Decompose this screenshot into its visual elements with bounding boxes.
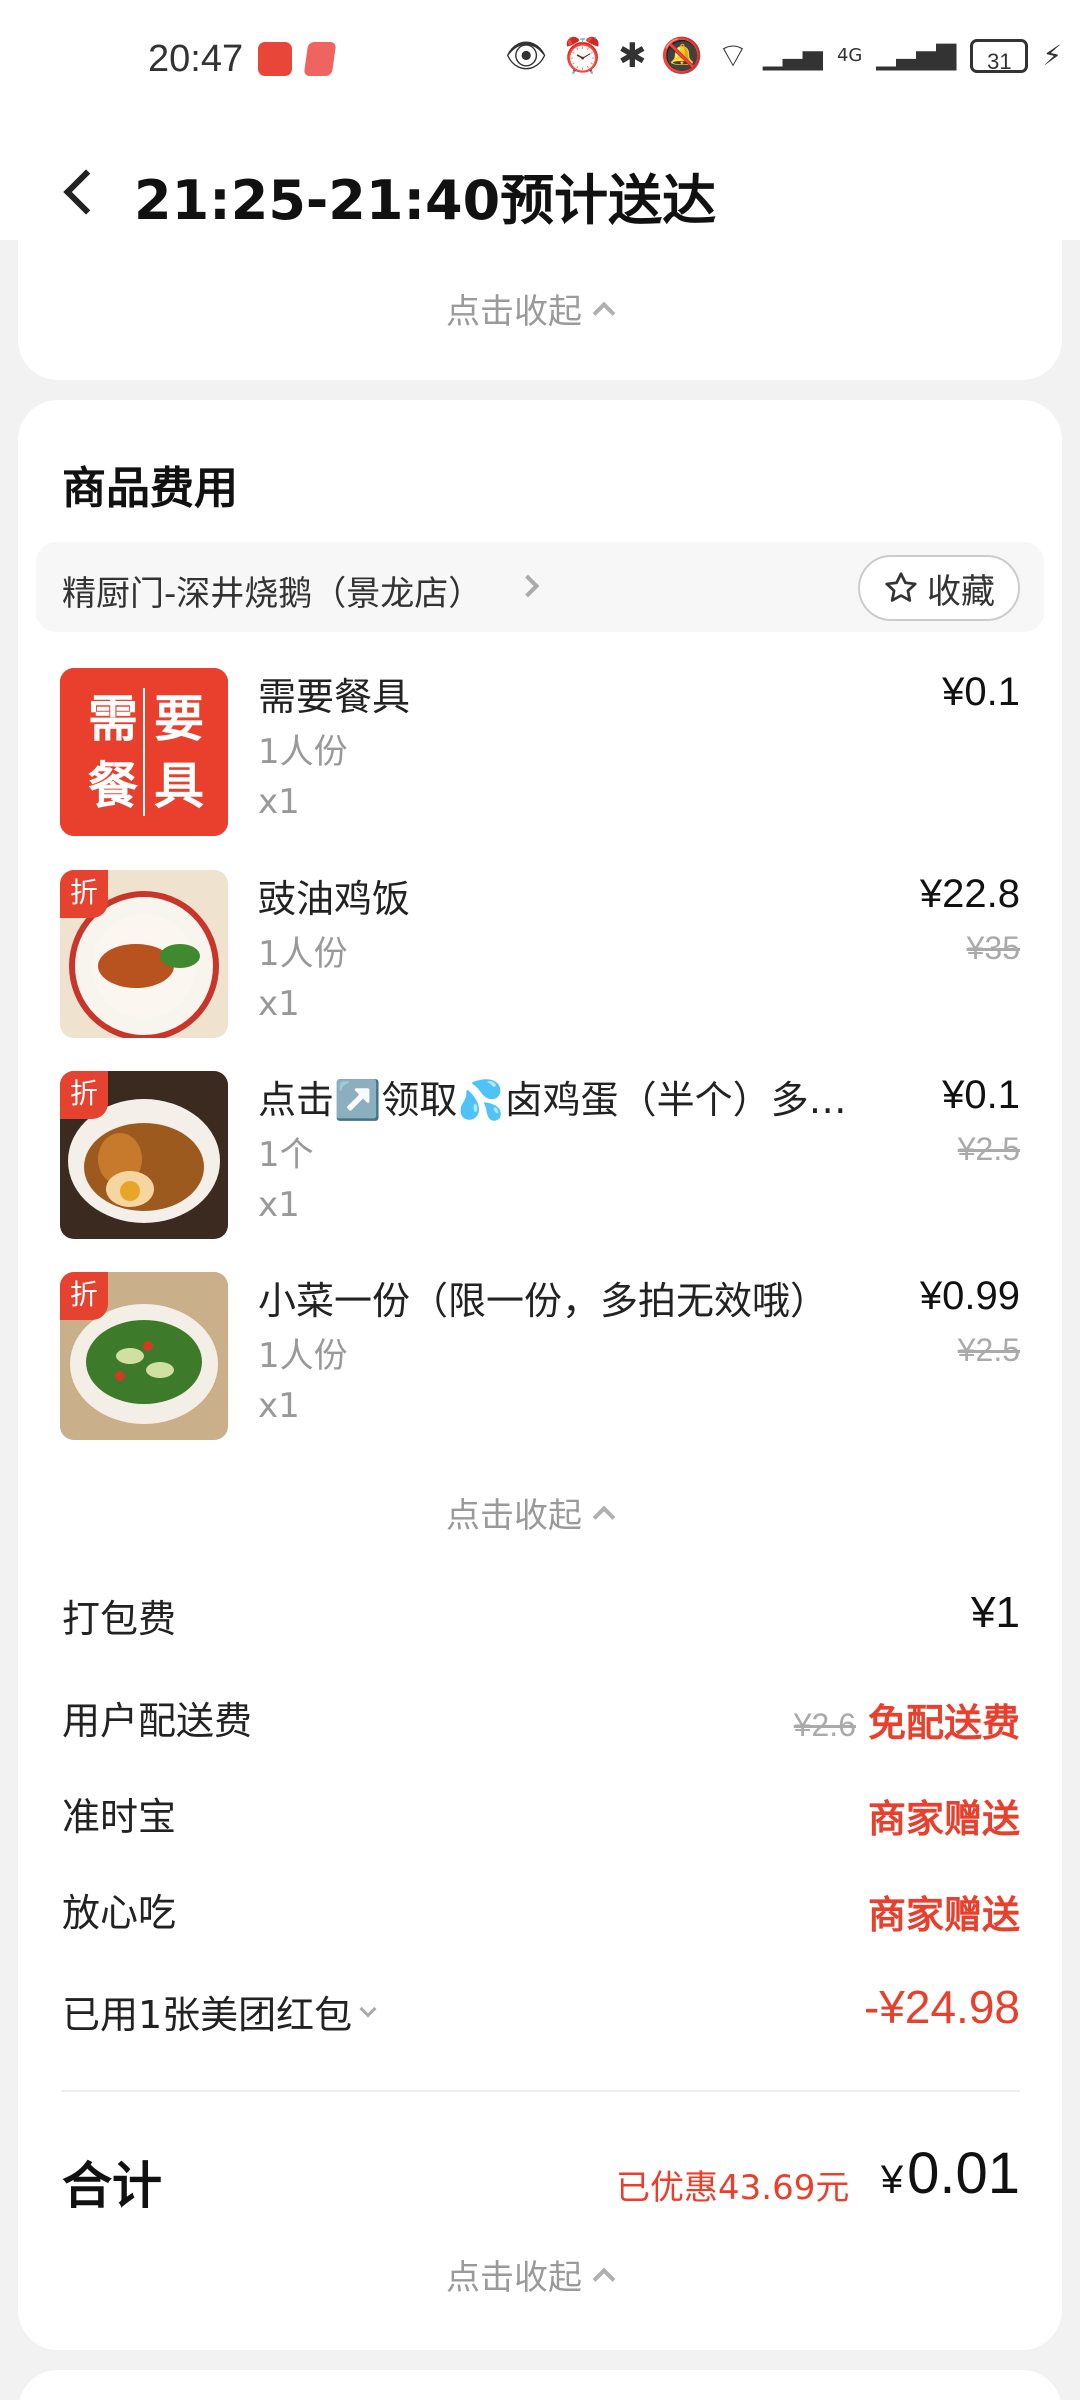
packing-fee-value: ¥1 xyxy=(971,1588,1020,1637)
total-currency: ¥ xyxy=(880,2158,904,2202)
item-qty: x1 xyxy=(258,1185,300,1225)
svg-text:要: 要 xyxy=(154,690,204,748)
mute-icon: 🔕 xyxy=(660,36,703,76)
item-original-price: ¥2.5 xyxy=(957,1131,1020,1167)
huawei-app-icon xyxy=(258,42,292,76)
redpacket-value: -¥24.98 xyxy=(863,1981,1020,2033)
shop-name[interactable]: 精厨门-深井烧鹅（景龙店） xyxy=(62,566,482,615)
status-bar: 20:47 👁 ⏰ ✱ 🔕 ⌔ ▁▃▅ 4G ▁▃▅▇ 31 ⚡ xyxy=(0,0,1080,120)
charging-icon: ⚡ xyxy=(1042,39,1062,72)
collapse-button-items[interactable]: 点击收起 xyxy=(446,1488,616,1537)
item-name[interactable]: 豉油鸡饭 xyxy=(258,868,410,923)
chevron-up-icon xyxy=(592,301,616,324)
bluetooth-icon: ✱ xyxy=(618,36,647,76)
item-qty: x1 xyxy=(258,984,300,1024)
item-qty: x1 xyxy=(258,1386,300,1426)
assured-value: 商家赠送 xyxy=(867,1895,1020,1937)
next-card xyxy=(18,2370,1062,2400)
ontime-value: 商家赠送 xyxy=(867,1799,1020,1841)
status-time: 20:47 xyxy=(148,38,244,80)
signal-icon: ▁▃▅ xyxy=(762,41,823,71)
item-image-utensils[interactable]: 需 要 餐 具 xyxy=(60,668,228,836)
star-icon xyxy=(885,572,917,602)
alarm-icon: ⏰ xyxy=(561,36,605,76)
collapse-button-top[interactable]: 点击收起 xyxy=(446,284,616,333)
item-price: ¥0.1 xyxy=(942,670,1020,714)
item-original-price: ¥2.5 xyxy=(957,1332,1020,1368)
svg-text:需: 需 xyxy=(88,690,138,748)
delivery-fee-value: ¥2.6 免配送费 xyxy=(794,1692,1020,1747)
item-price: ¥22.8 xyxy=(919,872,1020,916)
item-image-side-dish[interactable]: 折 xyxy=(60,1272,228,1440)
total-label: 合计 xyxy=(62,2157,162,2215)
section-title: 商品费用 xyxy=(62,463,238,514)
packing-fee-label: 打包费 xyxy=(62,1597,177,1641)
total-amount: ¥0.01 xyxy=(881,2140,1020,2207)
assured-label: 放心吃 xyxy=(62,1891,177,1935)
item-name[interactable]: 点击↗️领取💦卤鸡蛋（半个）多… xyxy=(258,1069,847,1124)
item-image-braised-egg[interactable]: 折 xyxy=(60,1071,228,1239)
divider xyxy=(62,2090,1020,2092)
item-qty: x1 xyxy=(258,782,300,822)
chevron-up-icon xyxy=(592,2267,616,2290)
ontime-label: 准时宝 xyxy=(62,1795,177,1839)
signal-icon-2: ▁▃▅▇ xyxy=(876,41,957,71)
item-price: ¥0.99 xyxy=(919,1274,1020,1318)
battery-icon: 31 xyxy=(970,39,1029,74)
collapse-button-total[interactable]: 点击收起 xyxy=(446,2250,616,2299)
delivery-fee-free: 免配送费 xyxy=(867,1703,1020,1745)
total-value: 0.01 xyxy=(907,2141,1020,2206)
redpacket-row[interactable]: 已用1张美团红包 xyxy=(62,1984,377,2039)
item-name[interactable]: 小菜一份（限一份，多拍无效哦） xyxy=(258,1270,828,1325)
collapse-label: 点击收起 xyxy=(446,292,582,332)
page-title: 21:25-21:40预计送达 xyxy=(134,169,717,232)
chevron-down-icon xyxy=(359,2000,377,2017)
item-spec: 1人份 xyxy=(258,1336,348,1376)
status-icons: 👁 ⏰ ✱ 🔕 ⌔ ▁▃▅ 4G ▁▃▅▇ 31 ⚡ xyxy=(505,36,1062,76)
collapse-label: 点击收起 xyxy=(446,2258,582,2298)
collapse-label: 点击收起 xyxy=(446,1496,582,1536)
favorite-button[interactable]: 收藏 xyxy=(858,555,1020,621)
chevron-up-icon xyxy=(592,1505,616,1528)
item-spec: 1个 xyxy=(258,1135,314,1175)
redpacket-label: 已用1张美团红包 xyxy=(62,1993,353,2037)
total-saved: 已优惠43.69元 xyxy=(616,2168,850,2208)
eye-icon: 👁 xyxy=(504,36,548,76)
discount-badge: 折 xyxy=(60,870,108,918)
notification-app-icon xyxy=(303,42,337,76)
discount-badge: 折 xyxy=(60,1272,108,1320)
utensils-image: 需 要 餐 具 xyxy=(60,668,228,836)
delivery-fee-label: 用户配送费 xyxy=(62,1699,253,1743)
favorite-label: 收藏 xyxy=(927,571,995,612)
item-spec: 1人份 xyxy=(258,732,348,772)
item-spec: 1人份 xyxy=(258,934,348,974)
item-name[interactable]: 需要餐具 xyxy=(258,666,410,721)
item-price: ¥0.1 xyxy=(942,1073,1020,1117)
item-image-chicken-rice[interactable]: 折 xyxy=(60,870,228,1038)
wifi-icon: ⌔ xyxy=(716,36,749,76)
network-type: 4G xyxy=(836,45,863,66)
svg-text:餐: 餐 xyxy=(88,757,139,815)
delivery-fee-original: ¥2.6 xyxy=(793,1707,856,1743)
item-original-price: ¥35 xyxy=(966,930,1020,966)
svg-text:具: 具 xyxy=(154,757,204,815)
discount-badge: 折 xyxy=(60,1071,108,1119)
